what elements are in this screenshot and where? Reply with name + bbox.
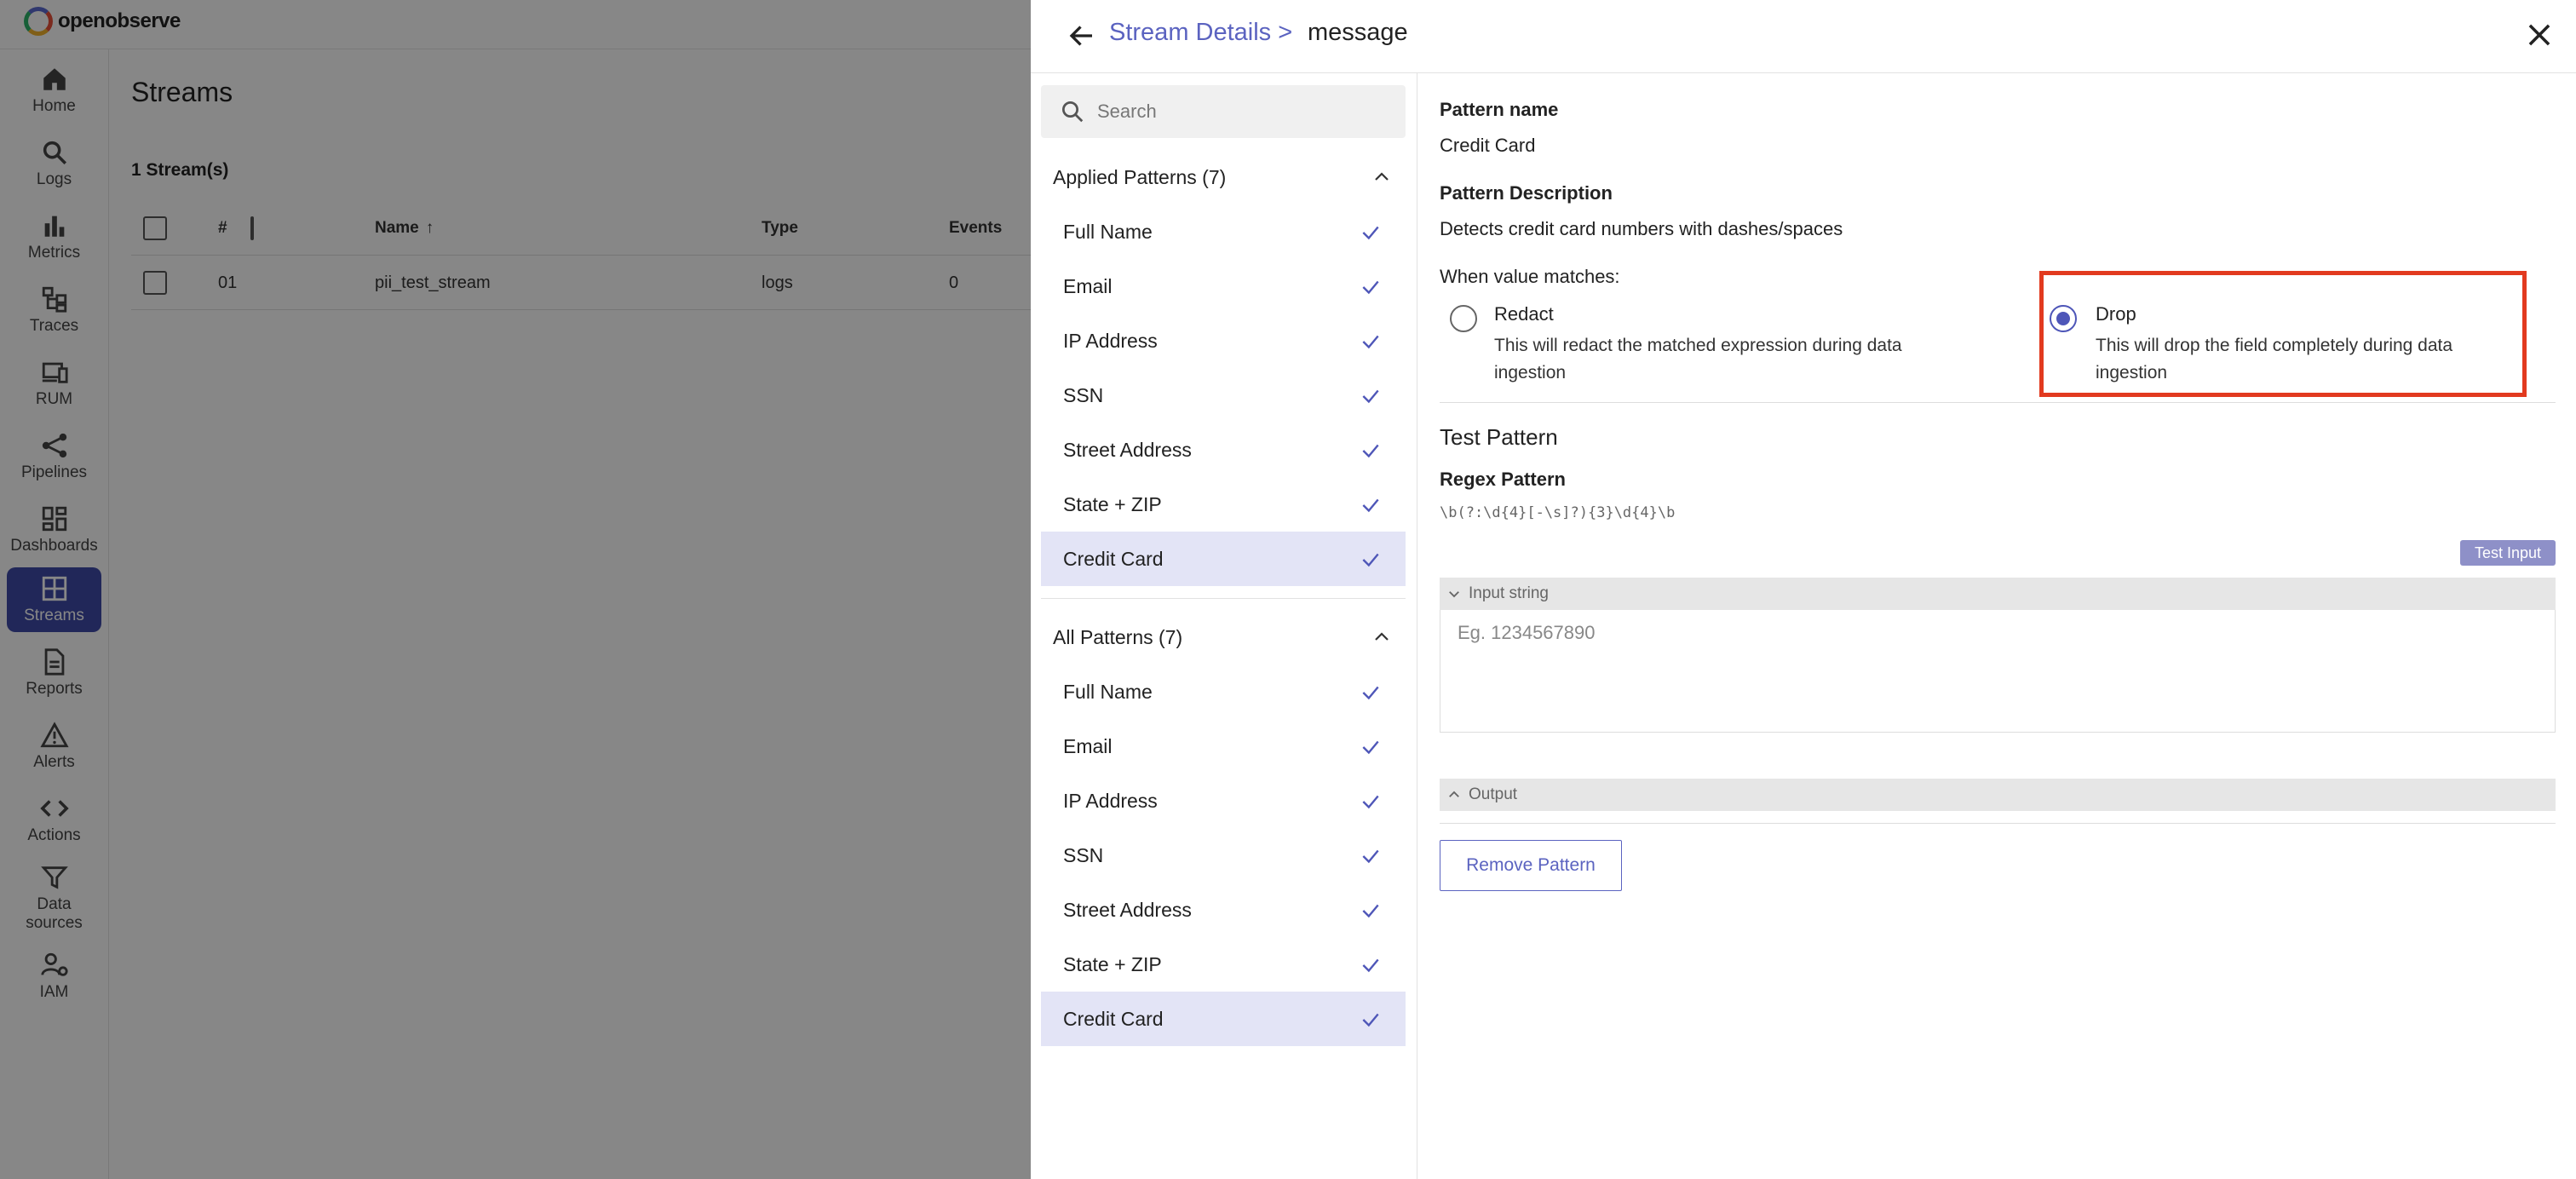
- pattern-label: Full Name: [1063, 680, 1153, 703]
- pattern-label: Credit Card: [1063, 547, 1164, 570]
- applied-patterns-title: Applied Patterns (7): [1053, 165, 1227, 188]
- applied-pattern-item[interactable]: Email: [1041, 259, 1406, 313]
- breadcrumb-current: message: [1308, 19, 1408, 46]
- all-pattern-item[interactable]: Street Address: [1041, 883, 1406, 937]
- all-pattern-item[interactable]: State + ZIP: [1041, 937, 1406, 992]
- pattern-label: IP Address: [1063, 329, 1158, 352]
- regex-pattern-label: Regex Pattern: [1440, 469, 1566, 490]
- applied-pattern-item[interactable]: Full Name: [1041, 204, 1406, 259]
- pattern-label: Email: [1063, 734, 1113, 757]
- search-input[interactable]: [1097, 85, 1395, 138]
- check-icon: [1362, 904, 1379, 918]
- modal-backdrop[interactable]: [0, 0, 1031, 1179]
- chevron-down-icon: [1449, 591, 1459, 598]
- search-box: [1041, 85, 1406, 138]
- chevron-up-icon: [1375, 632, 1389, 641]
- input-string-area: [1440, 610, 2556, 733]
- all-pattern-item[interactable]: SSN: [1041, 828, 1406, 883]
- remove-pattern-button[interactable]: Remove Pattern: [1440, 840, 1622, 891]
- output-toggle[interactable]: Output: [1440, 779, 2556, 811]
- pattern-name-value: Credit Card: [1440, 135, 1536, 156]
- search-icon: [1062, 101, 1084, 123]
- check-icon: [1362, 280, 1379, 295]
- drawer-header: Stream Details > message: [1031, 0, 2576, 73]
- pattern-label: Email: [1063, 274, 1113, 297]
- pattern-name-label: Pattern name: [1440, 99, 1559, 120]
- check-icon: [1362, 498, 1379, 513]
- pattern-label: SSN: [1063, 843, 1104, 866]
- check-icon: [1362, 1013, 1379, 1027]
- close-icon[interactable]: [2523, 19, 2556, 51]
- pattern-detail-panel: Pattern name Credit Card Pattern Descrip…: [1417, 73, 2576, 1179]
- section-divider: [1440, 823, 2556, 824]
- check-icon: [1362, 444, 1379, 458]
- stream-details-drawer: Stream Details > message Applied Pattern…: [1031, 0, 2576, 1179]
- check-icon: [1362, 335, 1379, 349]
- redact-option-description: This will redact the matched expression …: [1494, 336, 1902, 382]
- pattern-description-label: Pattern Description: [1440, 182, 1613, 204]
- input-string-label: Input string: [1469, 584, 1549, 602]
- applied-pattern-item[interactable]: IP Address: [1041, 313, 1406, 368]
- patterns-panel: Applied Patterns (7) Full Name Email IP …: [1031, 73, 1417, 1179]
- pattern-label: Street Address: [1063, 898, 1192, 921]
- all-patterns-header[interactable]: All Patterns (7): [1031, 610, 1417, 664]
- pattern-description-value: Detects credit card numbers with dashes/…: [1440, 218, 1843, 239]
- pattern-label: Credit Card: [1063, 1007, 1164, 1030]
- applied-pattern-item-selected[interactable]: Credit Card: [1041, 532, 1406, 586]
- check-icon: [1362, 958, 1379, 973]
- output-label: Output: [1469, 785, 1518, 803]
- back-arrow-icon[interactable]: [1067, 20, 1097, 51]
- pattern-label: Street Address: [1063, 438, 1192, 461]
- pattern-label: State + ZIP: [1063, 952, 1162, 975]
- section-divider: [1041, 598, 1406, 599]
- check-icon: [1362, 226, 1379, 240]
- applied-pattern-item[interactable]: SSN: [1041, 368, 1406, 423]
- all-pattern-item-selected[interactable]: Credit Card: [1041, 992, 1406, 1046]
- applied-pattern-item[interactable]: Street Address: [1041, 423, 1406, 477]
- breadcrumb-stream-details[interactable]: Stream Details >: [1109, 19, 1292, 47]
- match-action-label: When value matches:: [1440, 266, 1620, 287]
- test-input-button[interactable]: Test Input: [2460, 540, 2556, 566]
- section-divider: [1440, 402, 2556, 403]
- all-pattern-item[interactable]: Full Name: [1041, 664, 1406, 719]
- check-icon: [1362, 849, 1379, 864]
- check-icon: [1362, 553, 1379, 567]
- pattern-label: State + ZIP: [1063, 492, 1162, 515]
- chevron-up-icon: [1375, 172, 1389, 181]
- check-icon: [1362, 795, 1379, 809]
- highlight-box: [2039, 271, 2527, 397]
- chevron-up-icon: [1449, 791, 1459, 797]
- all-pattern-item[interactable]: IP Address: [1041, 774, 1406, 828]
- pattern-label: SSN: [1063, 383, 1104, 406]
- check-icon: [1362, 686, 1379, 700]
- input-string-textarea[interactable]: [1440, 610, 2555, 732]
- check-icon: [1362, 740, 1379, 755]
- pattern-label: Full Name: [1063, 220, 1153, 243]
- applied-pattern-item[interactable]: State + ZIP: [1041, 477, 1406, 532]
- all-pattern-item[interactable]: Email: [1041, 719, 1406, 774]
- input-string-toggle[interactable]: Input string: [1440, 578, 2556, 610]
- pattern-label: IP Address: [1063, 789, 1158, 812]
- regex-pattern-value: \b(?:\d{4}[-\s]?){3}\d{4}\b: [1440, 504, 1676, 521]
- redact-radio[interactable]: [1450, 305, 1477, 332]
- test-pattern-heading: Test Pattern: [1440, 424, 1558, 450]
- all-patterns-title: All Patterns (7): [1053, 625, 1183, 648]
- check-icon: [1362, 389, 1379, 404]
- redact-option-title: Redact: [1494, 303, 1554, 325]
- applied-patterns-header[interactable]: Applied Patterns (7): [1031, 150, 1417, 204]
